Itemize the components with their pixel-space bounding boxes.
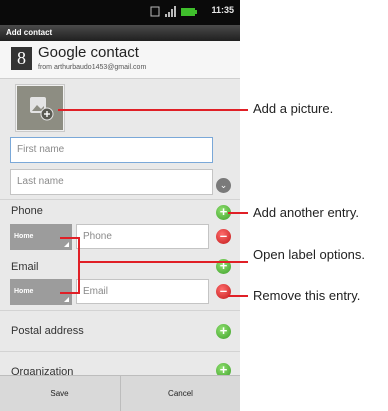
- callout-label-options: Open label options.: [253, 247, 366, 262]
- callout-add-picture: Add a picture.: [253, 101, 334, 116]
- status-time: 11:35: [211, 5, 234, 15]
- first-name-input[interactable]: First name: [10, 137, 213, 163]
- email-input[interactable]: Email: [76, 279, 209, 304]
- battery-icon: [181, 8, 197, 16]
- divider: [0, 310, 240, 311]
- account-title: Google contact: [38, 44, 139, 61]
- status-bar: 11:35: [0, 0, 240, 25]
- callout-line-add: [228, 212, 248, 214]
- account-email: from arthurbaudo1453@gmail.com: [38, 64, 147, 71]
- sim-icon: [150, 6, 160, 17]
- callout-remove-entry: Remove this entry.: [253, 288, 361, 303]
- add-photo-icon: [30, 97, 54, 121]
- footer-bar: Save Cancel: [0, 375, 240, 411]
- postal-section-title: Postal address: [11, 325, 84, 337]
- callout-line-label-email: [60, 292, 80, 294]
- add-picture-button[interactable]: [15, 84, 65, 132]
- email-section-title: Email: [11, 261, 39, 273]
- cancel-button[interactable]: Cancel: [121, 376, 240, 411]
- callout-line-label-vertical: [78, 237, 80, 294]
- callout-add-entry: Add another entry.: [253, 205, 359, 220]
- app-title: Add contact: [0, 25, 240, 41]
- phone-section-title: Phone: [11, 205, 43, 217]
- divider: [0, 351, 240, 352]
- google-logo-icon: 8: [11, 47, 32, 70]
- callout-line-remove: [228, 295, 248, 297]
- expand-name-chevron-icon[interactable]: ⌄: [216, 178, 231, 193]
- callout-line-label-phone: [60, 237, 80, 239]
- divider: [0, 199, 240, 200]
- add-postal-icon[interactable]: +: [216, 324, 231, 339]
- callout-line-picture: [58, 109, 248, 111]
- phone-input[interactable]: Phone: [76, 224, 209, 249]
- signal-icon: [165, 6, 176, 17]
- last-name-input[interactable]: Last name: [10, 169, 213, 195]
- save-button[interactable]: Save: [0, 376, 119, 411]
- phone-screen: 11:35 Add contact 8 Google contact from …: [0, 0, 240, 411]
- remove-phone-icon[interactable]: –: [216, 229, 231, 244]
- callout-line-label: [78, 261, 248, 263]
